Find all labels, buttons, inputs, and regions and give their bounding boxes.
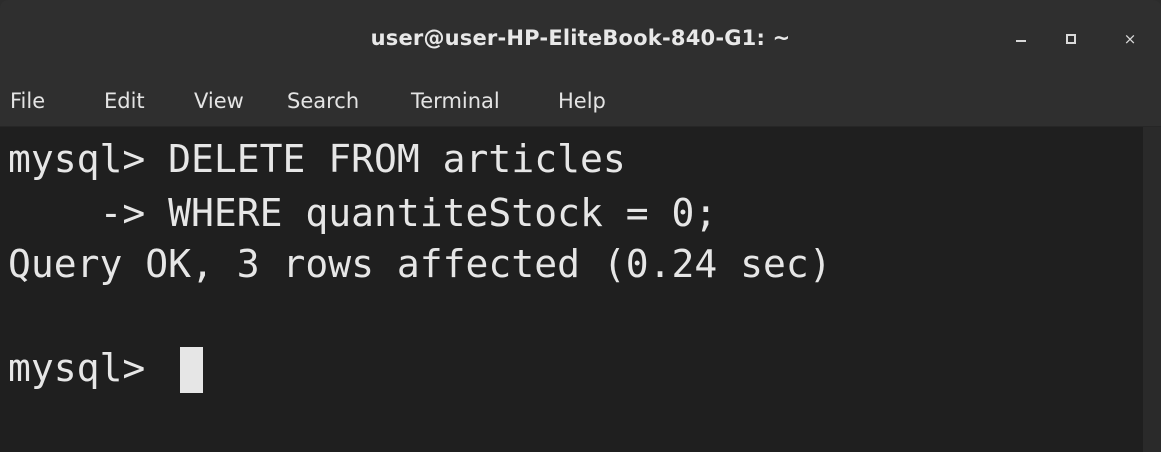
menu-help[interactable]: Help	[558, 89, 606, 113]
scrollbar[interactable]	[1143, 127, 1161, 452]
menu-file[interactable]: File	[10, 89, 45, 113]
maximize-icon	[1066, 34, 1076, 44]
close-button[interactable]: ×	[1113, 22, 1147, 56]
terminal-line: mysql> DELETE FROM articles	[8, 137, 626, 181]
title-bar[interactable]: user@user-HP-EliteBook-840-G1: ~ ×	[0, 0, 1161, 86]
terminal-output[interactable]: mysql> DELETE FROM articles -> WHERE qua…	[0, 127, 1143, 452]
menu-edit[interactable]: Edit	[104, 89, 145, 113]
maximize-button[interactable]	[1054, 22, 1088, 56]
minimize-button[interactable]	[1004, 22, 1038, 56]
minimize-icon	[1016, 40, 1026, 42]
menu-search[interactable]: Search	[287, 89, 359, 113]
close-icon: ×	[1123, 29, 1137, 48]
menu-view[interactable]: View	[194, 89, 244, 113]
terminal-line: Query OK, 3 rows affected (0.24 sec)	[8, 242, 832, 286]
menu-terminal[interactable]: Terminal	[411, 89, 500, 113]
terminal-prompt-line: mysql>	[8, 346, 169, 390]
terminal-line: -> WHERE quantiteStock = 0;	[8, 191, 718, 235]
terminal-window: user@user-HP-EliteBook-840-G1: ~ × File …	[0, 0, 1161, 452]
window-title: user@user-HP-EliteBook-840-G1: ~	[370, 26, 791, 50]
text-cursor	[180, 347, 203, 393]
menu-bar: File Edit View Search Terminal Help	[0, 86, 1161, 127]
